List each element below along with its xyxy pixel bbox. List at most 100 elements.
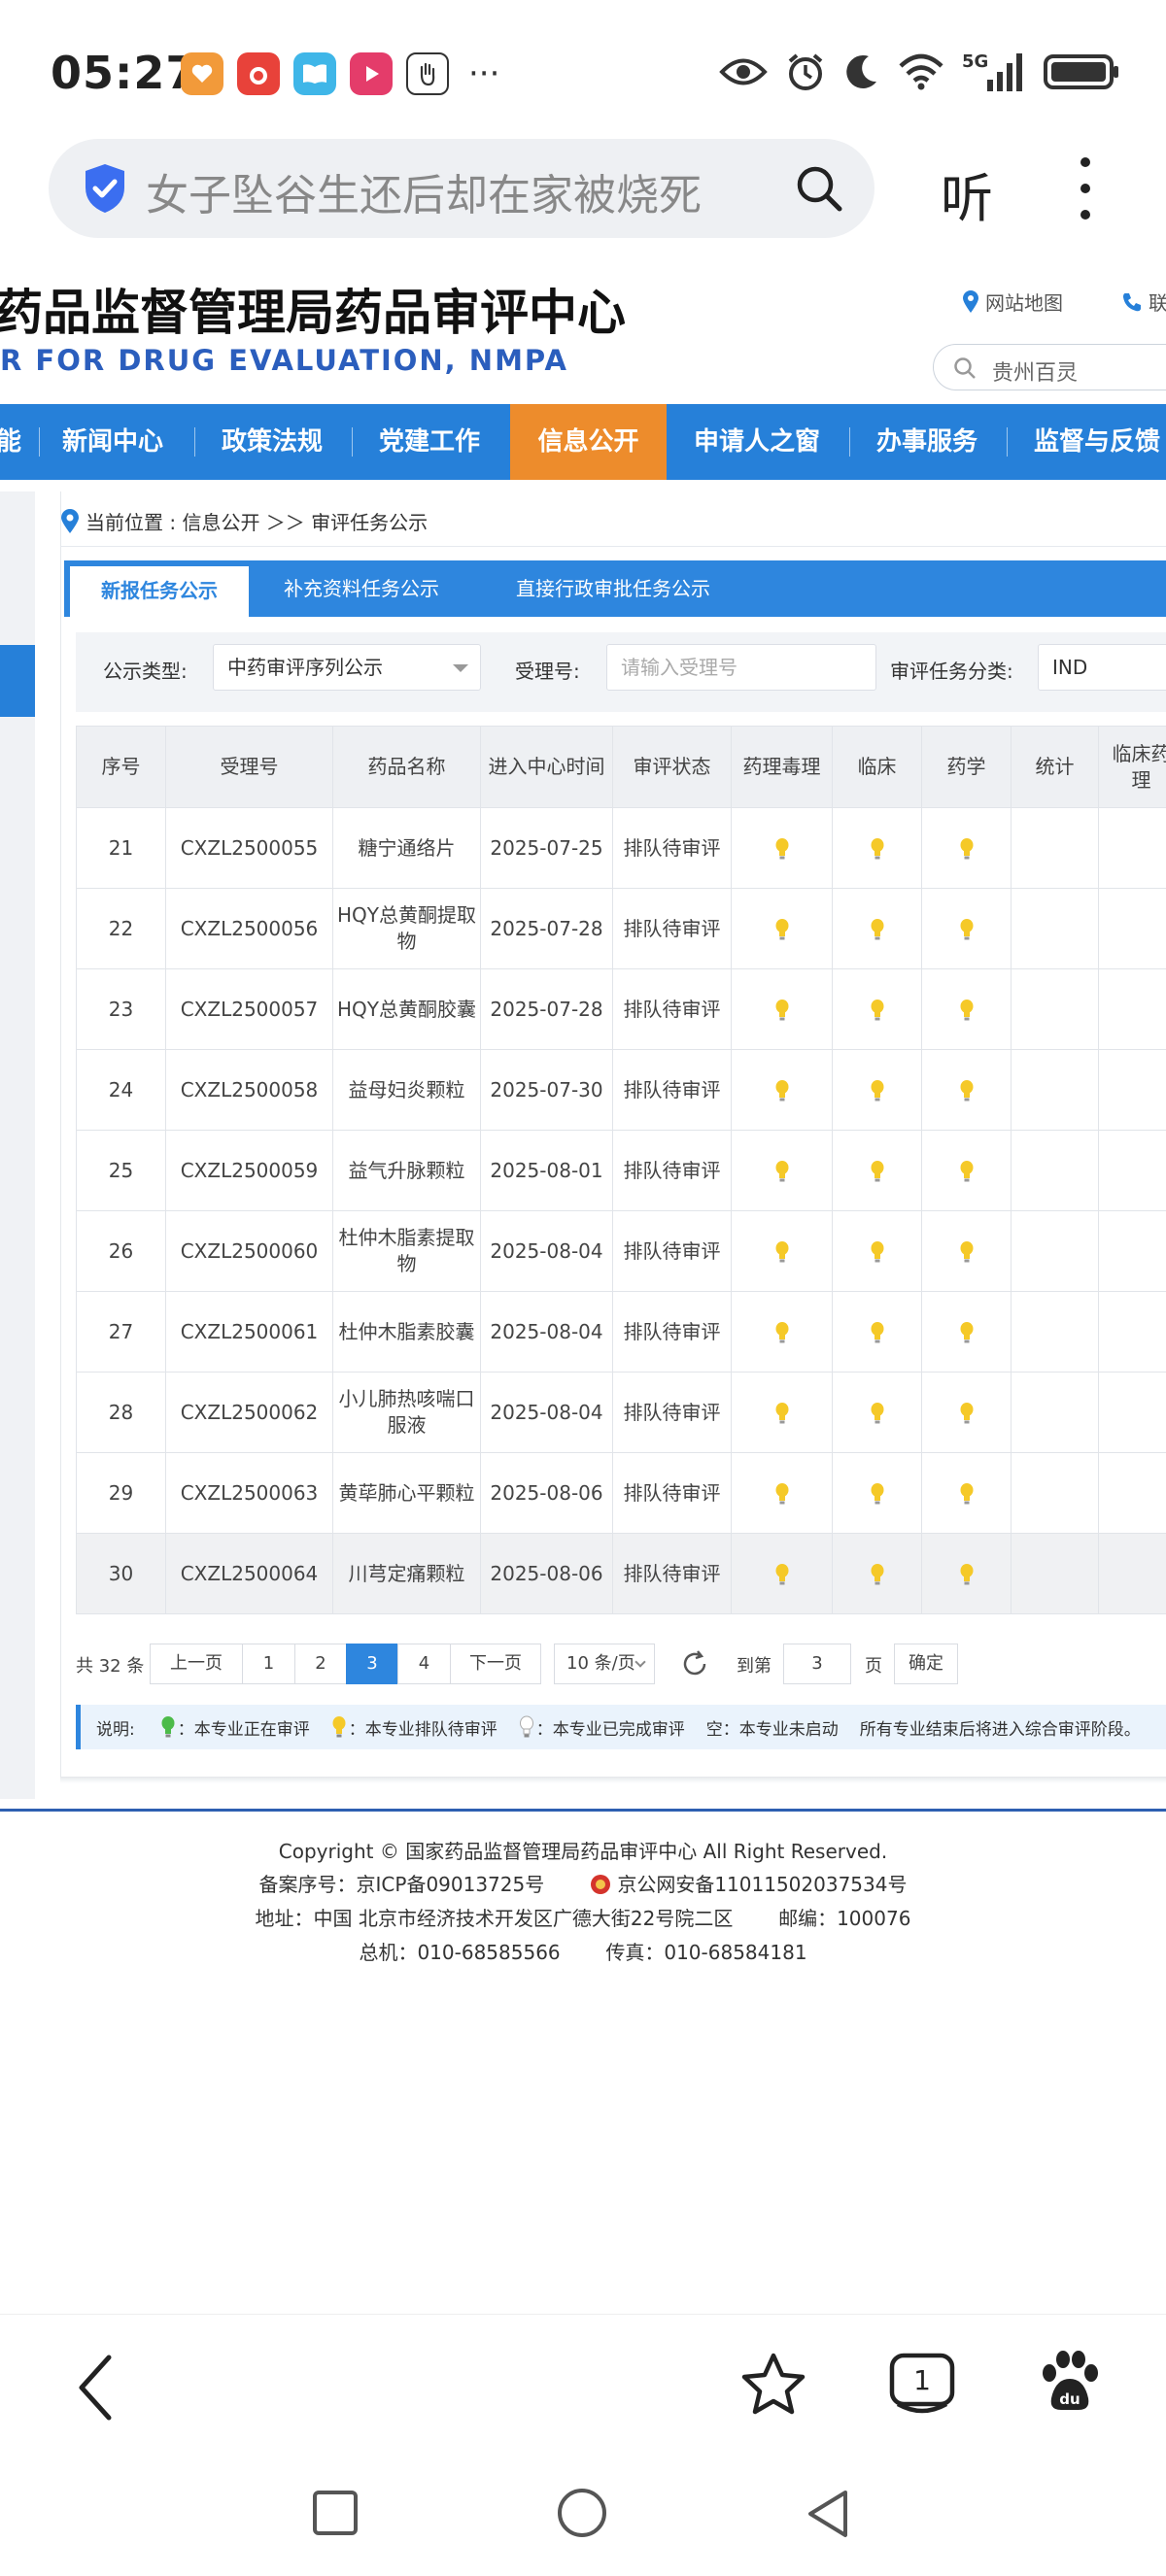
next-page-button[interactable]: 下一页 [450, 1644, 541, 1684]
nav-item-party[interactable]: 党建工作 [379, 404, 480, 480]
refresh-icon[interactable] [680, 1649, 709, 1678]
empty-cell [1011, 1291, 1099, 1373]
row-status: 排队待审评 [612, 1452, 732, 1534]
browser-search-bar[interactable]: 女子坠谷生还后却在家被烧死 [49, 139, 874, 238]
queued-bulb-cell [832, 1049, 922, 1131]
total-count: 共 32 条 [76, 1656, 145, 1677]
site-title: 药品监督管理局药品审评中心 [0, 285, 626, 341]
header-entry-time: 进入中心时间 [480, 726, 613, 808]
queued-bulb-cell [731, 968, 833, 1050]
row-no: 24 [76, 1049, 166, 1131]
yellow-bulb-icon [871, 1322, 883, 1343]
baidu-paw-icon[interactable]: du [1038, 2348, 1102, 2416]
header-clinical: 临床 [832, 726, 922, 808]
tab-new-report[interactable]: 新报任务公示 [70, 566, 249, 617]
contact-link[interactable]: 联 [1121, 288, 1166, 316]
more-notifications-icon: ··· [468, 54, 500, 93]
footer-icp[interactable]: 备案序号：京ICP备09013725号 [259, 1873, 545, 1896]
queued-bulb-cell [921, 1291, 1012, 1373]
site-search-input[interactable]: 贵州百灵 [933, 344, 1166, 390]
nav-item-applicant[interactable]: 申请人之窗 [694, 404, 820, 480]
sidebar-active-indicator[interactable] [0, 645, 35, 717]
tab-supplement[interactable]: 补充资料任务公示 [264, 560, 459, 617]
row-entry-time: 2025-07-30 [480, 1049, 613, 1131]
page-size-value: 10 条/页 [566, 1653, 635, 1674]
row-no: 29 [76, 1452, 166, 1534]
category-select[interactable]: IND [1038, 644, 1166, 691]
recent-apps-icon[interactable] [311, 2489, 360, 2537]
shield-icon [86, 164, 124, 213]
back-arrow-icon[interactable] [74, 2354, 117, 2422]
queued-bulb-cell [731, 1049, 833, 1131]
nav-item-feedback[interactable]: 监督与反馈 [1034, 404, 1160, 480]
table-row: 23 CXZL2500057 HQY总黄酮胶囊 2025-07-28 排队待审评 [76, 968, 1166, 1050]
white-bulb-icon [519, 1715, 533, 1738]
page-1-button[interactable]: 1 [242, 1644, 295, 1684]
queued-bulb-cell [832, 1130, 922, 1211]
row-acceptance-no: CXZL2500055 [165, 807, 333, 889]
empty-cell [1011, 1372, 1099, 1453]
yellow-bulb-icon [775, 1080, 788, 1102]
5g-signal-icon: 5G [962, 51, 1022, 91]
empty-cell [1098, 888, 1166, 969]
row-drug-name: HQY总黄酮胶囊 [332, 968, 481, 1050]
tabs-icon[interactable]: 1 [888, 2350, 956, 2416]
nav-item-policy[interactable]: 政策法规 [222, 404, 323, 480]
search-icon[interactable] [795, 164, 843, 213]
row-drug-name: 益气升脉颗粒 [332, 1130, 481, 1211]
empty-cell [1011, 1452, 1099, 1534]
row-drug-name: 杜仲木脂素胶囊 [332, 1291, 481, 1373]
confirm-button[interactable]: 确定 [894, 1644, 958, 1684]
nav-item-info-disclosure[interactable]: 信息公开 [510, 404, 667, 480]
queued-bulb-cell [832, 807, 922, 889]
row-no: 30 [76, 1533, 166, 1614]
acceptance-input[interactable]: 请输入受理号 [606, 644, 876, 691]
page-3-button[interactable]: 3 [346, 1644, 398, 1684]
row-no: 26 [76, 1210, 166, 1292]
row-drug-name: 糖宁通络片 [332, 807, 481, 889]
type-select[interactable]: 中药审评序列公示 [213, 644, 481, 691]
video-app-icon [350, 52, 393, 95]
nav-item-services[interactable]: 办事服务 [876, 404, 977, 480]
listen-button[interactable]: 听 [941, 155, 993, 232]
page-suffix: 页 [865, 1656, 882, 1677]
row-status: 排队待审评 [612, 1372, 732, 1453]
prev-page-button[interactable]: 上一页 [150, 1644, 243, 1684]
row-drug-name: 益母妇炎颗粒 [332, 1049, 481, 1131]
table-row: 30 CXZL2500064 川芎定痛颗粒 2025-08-06 排队待审评 [76, 1533, 1166, 1614]
footer-police[interactable]: 京公网安备11011502037534号 [617, 1873, 907, 1896]
header-statistics: 统计 [1011, 726, 1099, 808]
back-triangle-icon[interactable] [805, 2489, 851, 2539]
goto-page-input[interactable]: 3 [783, 1644, 851, 1684]
location-pin-icon [61, 508, 79, 533]
page-2-button[interactable]: 2 [294, 1644, 347, 1684]
row-status: 排队待审评 [612, 807, 732, 889]
row-status: 排队待审评 [612, 1210, 732, 1292]
nav-item-partial[interactable]: 能 [0, 404, 21, 480]
row-entry-time: 2025-08-04 [480, 1210, 613, 1292]
sitemap-link[interactable]: 网站地图 [962, 288, 1063, 316]
footer-address: 地址：中国 北京市经济技术开发区广德大街22号院二区 [255, 1907, 734, 1930]
bookmark-star-icon[interactable] [740, 2352, 806, 2416]
nav-item-news[interactable]: 新闻中心 [62, 404, 163, 480]
header-status: 审评状态 [612, 726, 732, 808]
tab-direct-approval[interactable]: 直接行政审批任务公示 [492, 560, 735, 617]
yellow-bulb-icon [332, 1716, 346, 1738]
site-subtitle: R FOR DRUG EVALUATION, NMPA [0, 344, 568, 377]
row-acceptance-no: CXZL2500059 [165, 1130, 333, 1211]
table-row: 27 CXZL2500061 杜仲木脂素胶囊 2025-08-04 排队待审评 [76, 1291, 1166, 1373]
filter-bar: 公示类型: 中药审评序列公示 受理号: 请输入受理号 审评任务分类: IND [76, 632, 1166, 712]
page-4-button[interactable]: 4 [397, 1644, 451, 1684]
row-acceptance-no: CXZL2500061 [165, 1291, 333, 1373]
page-size-select[interactable]: 10 条/页 [554, 1644, 655, 1684]
queued-bulb-cell [832, 888, 922, 969]
row-drug-name: 小儿肺热咳喘口服液 [332, 1372, 481, 1453]
queued-bulb-cell [832, 1291, 922, 1373]
queued-bulb-cell [731, 1130, 833, 1211]
row-status: 排队待审评 [612, 1049, 732, 1131]
more-menu-icon[interactable] [1071, 157, 1100, 220]
home-icon[interactable] [556, 2487, 608, 2539]
row-status: 排队待审评 [612, 1130, 732, 1211]
table-row: 29 CXZL2500063 黄荜肺心平颗粒 2025-08-06 排队待审评 [76, 1452, 1166, 1534]
yellow-bulb-icon [775, 1241, 788, 1263]
